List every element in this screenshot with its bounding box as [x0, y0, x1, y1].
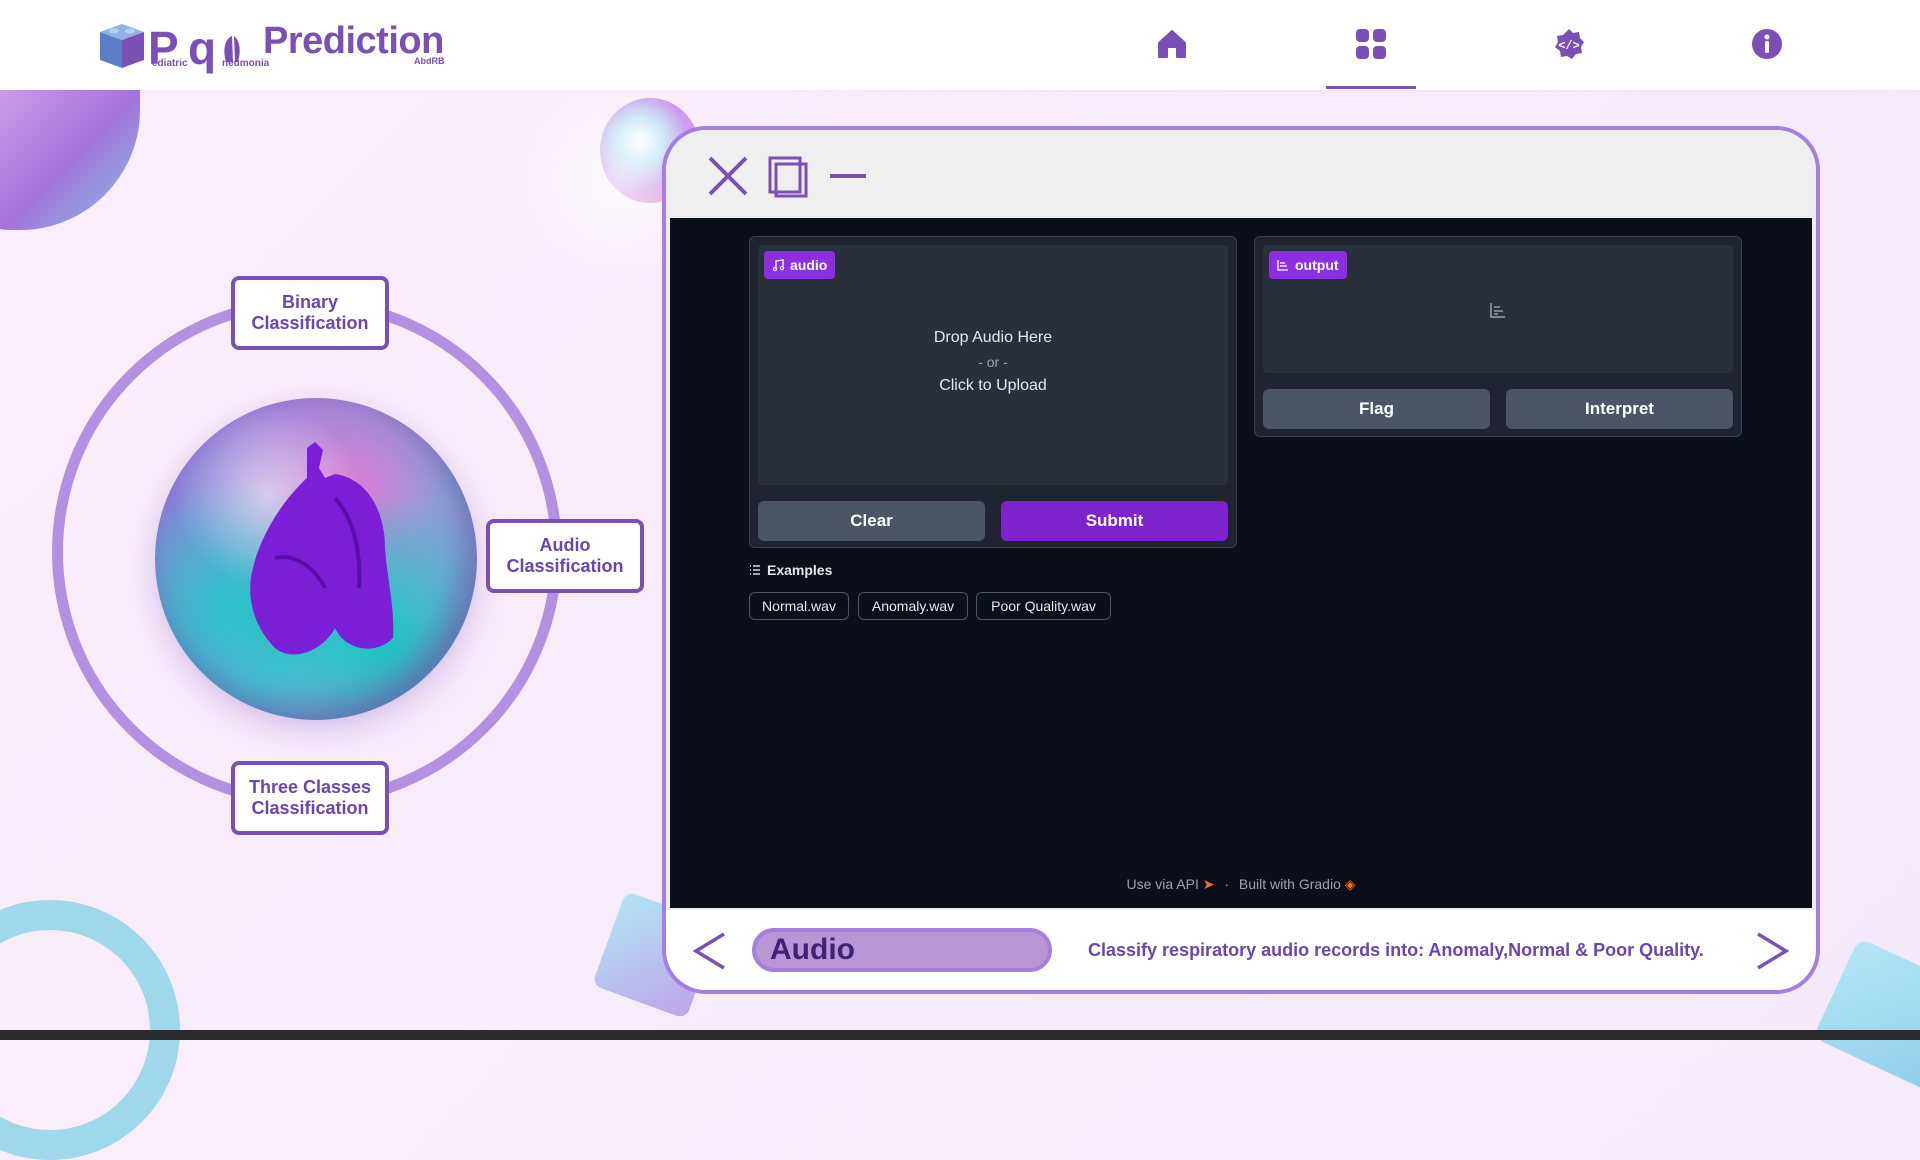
- gradio-logo-icon: ◈: [1344, 876, 1356, 892]
- info-icon: [1752, 29, 1782, 59]
- audio-panel: audio Drop Audio Here - or - Click to Up…: [749, 236, 1237, 548]
- app-logo[interactable]: P q Prediction ediatric neumonia AbdRB: [98, 18, 458, 74]
- list-icon: [750, 565, 760, 575]
- output-panel: output Flag Interpret: [1254, 236, 1742, 437]
- home-icon: [1158, 30, 1186, 58]
- audio-badge: audio: [764, 251, 836, 279]
- nav-active-indicator: [1326, 86, 1416, 89]
- chart-placeholder-icon: [1490, 303, 1505, 318]
- nav-developer[interactable]: </>: [1547, 22, 1591, 66]
- footer-separator: ·: [1224, 876, 1230, 892]
- apps-grid-icon: [1356, 29, 1386, 59]
- gradio-app: audio Drop Audio Here - or - Click to Up…: [670, 218, 1812, 908]
- binary-classification-button[interactable]: Binary Classification: [231, 276, 389, 350]
- gradio-footer: Use via API ➤ · Built with Gradio ◈: [670, 876, 1812, 893]
- example-anomaly-wav[interactable]: Anomaly.wav: [858, 592, 968, 620]
- close-icon[interactable]: [706, 154, 750, 198]
- examples-header: Examples: [749, 562, 832, 578]
- music-note-icon: [772, 259, 784, 271]
- output-badge: output: [1269, 251, 1347, 279]
- decor-blob-top-left: [0, 80, 140, 230]
- window-titlebar: [666, 130, 1816, 216]
- os-taskbar: [0, 1030, 1920, 1040]
- rocket-icon: ➤: [1202, 876, 1215, 892]
- decor-cube-bottom-right: [1812, 937, 1920, 1093]
- chart-icon: [1277, 260, 1288, 271]
- minimize-icon[interactable]: [826, 154, 870, 198]
- svg-text:q: q: [188, 22, 216, 74]
- example-normal-wav[interactable]: Normal.wav: [749, 592, 849, 620]
- maximize-icon[interactable]: [766, 154, 810, 198]
- logo-subtext-abdrb: AbdRB: [414, 56, 445, 66]
- audio-dropzone[interactable]: audio Drop Audio Here - or - Click to Up…: [758, 245, 1228, 485]
- click-to-upload-text: Click to Upload: [939, 377, 1047, 394]
- mode-description: Classify respiratory audio records into:…: [1088, 940, 1704, 960]
- nav-home[interactable]: [1150, 22, 1194, 66]
- interpret-button[interactable]: Interpret: [1506, 389, 1733, 429]
- use-via-api-link[interactable]: Use via API: [1126, 876, 1198, 892]
- flag-button[interactable]: Flag: [1263, 389, 1490, 429]
- examples-label: Examples: [767, 562, 833, 578]
- drop-audio-text: Drop Audio Here: [933, 329, 1053, 346]
- app-window: audio Drop Audio Here - or - Click to Up…: [662, 126, 1820, 994]
- submit-button[interactable]: Submit: [1001, 501, 1228, 541]
- code-gear-icon: </>: [1555, 29, 1584, 59]
- output-box: output: [1263, 245, 1733, 373]
- drop-or-text: - or -: [978, 354, 1008, 370]
- three-classes-classification-button[interactable]: Three Classes Classification: [231, 761, 389, 835]
- lung-3d-icon: [250, 442, 394, 655]
- audio-classification-button[interactable]: Audio Classification: [486, 519, 644, 593]
- nav-info[interactable]: [1745, 22, 1789, 66]
- audio-badge-label: audio: [790, 257, 828, 273]
- next-arrow-icon[interactable]: [1752, 928, 1792, 974]
- logo-subtext-ediatric: ediatric: [152, 58, 188, 69]
- svg-text:</>: </>: [1558, 39, 1580, 53]
- previous-arrow-icon[interactable]: [690, 928, 730, 974]
- mode-bar: Audio Classify respiratory audio records…: [666, 910, 1816, 990]
- logo-subtext-neumonia: neumonia: [222, 58, 270, 69]
- built-with-gradio-link[interactable]: Built with Gradio: [1239, 876, 1341, 892]
- mode-title: Audio: [752, 928, 1052, 972]
- clear-button[interactable]: Clear: [758, 501, 985, 541]
- nav-apps[interactable]: [1349, 22, 1393, 66]
- output-badge-label: output: [1295, 257, 1339, 273]
- top-nav-bar: P q Prediction ediatric neumonia AbdRB <…: [0, 0, 1920, 90]
- example-poor-quality-wav[interactable]: Poor Quality.wav: [976, 592, 1111, 620]
